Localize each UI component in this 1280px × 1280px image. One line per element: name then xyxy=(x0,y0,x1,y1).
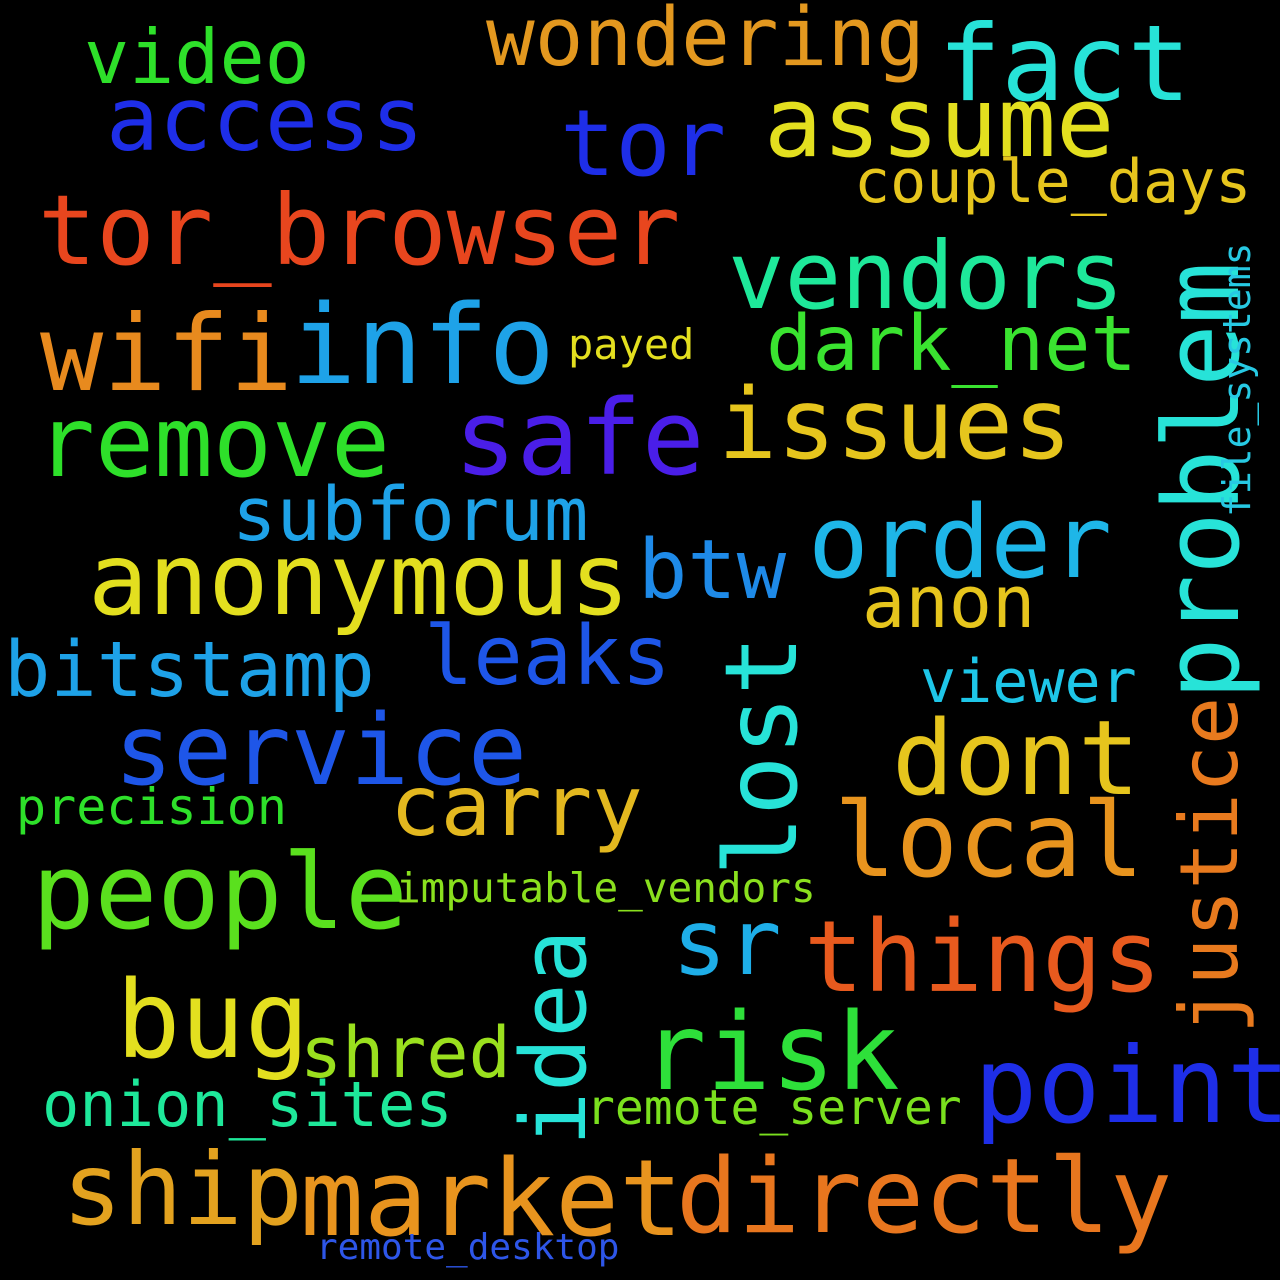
word-lost: lost xyxy=(703,635,820,876)
word-anon: anon xyxy=(862,560,1036,644)
word-carry: carry xyxy=(390,757,643,855)
word-payed: payed xyxy=(568,320,695,369)
word-point: point xyxy=(974,1025,1280,1147)
word-btw: btw xyxy=(638,523,787,618)
word-sr: sr xyxy=(672,891,782,996)
word-people: people xyxy=(32,831,408,953)
word-couple-days: couple_days xyxy=(854,147,1252,217)
word-remote-server: remote_server xyxy=(586,1080,962,1136)
word-tor: tor xyxy=(560,90,727,197)
word-justice: justice xyxy=(1163,696,1256,1034)
word-access: access xyxy=(106,68,424,171)
word-issues: issues xyxy=(718,368,1073,482)
word-directly: directly xyxy=(676,1137,1173,1257)
word-precision: precision xyxy=(16,778,287,836)
word-onion-sites: onion_sites xyxy=(42,1068,453,1141)
word-cloud: tor_browser wondering fact video access … xyxy=(0,0,1280,1280)
word-file-systems: file_systems xyxy=(1215,242,1259,517)
word-remote-desktop: remote_desktop xyxy=(316,1227,620,1268)
word-ship: ship xyxy=(62,1131,303,1248)
word-leaks: leaks xyxy=(424,609,671,704)
word-bug: bug xyxy=(116,959,310,1083)
word-local: local xyxy=(834,781,1145,901)
